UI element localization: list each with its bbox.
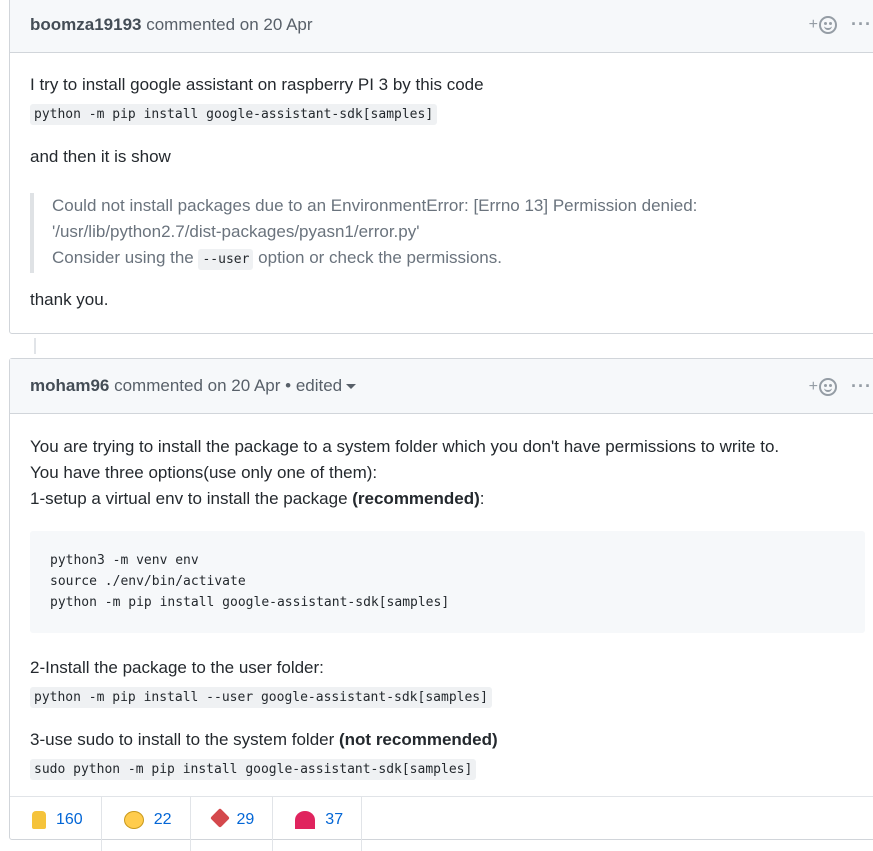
inline-code: --user bbox=[198, 249, 254, 270]
comment-moham96: moham96 commented on 20 Apr • edited + ·… bbox=[9, 358, 873, 851]
inline-code: python -m pip install google-assistant-s… bbox=[30, 104, 438, 125]
plus-icon: + bbox=[808, 15, 819, 33]
comment-actions: + ··· bbox=[809, 376, 872, 397]
reactions-bar: 160 22 29 37 bbox=[10, 796, 873, 851]
quote-line: Consider using the --user option or chec… bbox=[52, 245, 872, 273]
laugh-icon bbox=[123, 811, 144, 829]
reaction-laugh[interactable]: 22 bbox=[102, 797, 191, 851]
more-options-icon[interactable]: ··· bbox=[851, 14, 872, 35]
comment-text: I try to install google assistant on ras… bbox=[30, 75, 484, 94]
quote-text: Consider using the bbox=[52, 248, 199, 267]
comment-header-text: boomza19193 commented on 20 Apr bbox=[30, 15, 313, 35]
heart-icon bbox=[295, 811, 316, 829]
code-line: python -m pip install google-assistant-s… bbox=[50, 595, 450, 610]
plus-icon: + bbox=[808, 377, 819, 395]
comment-text: 3-use sudo to install to the system fold… bbox=[30, 730, 498, 750]
bold-text: (recommended) bbox=[352, 489, 480, 508]
comment-boomza19193: boomza19193 commented on 20 Apr + ··· I … bbox=[9, 0, 873, 334]
comment-meta[interactable]: commented on 20 Apr • edited bbox=[109, 376, 342, 395]
comment-header: boomza19193 commented on 20 Apr + ··· bbox=[10, 0, 873, 53]
chevron-down-icon[interactable] bbox=[346, 384, 357, 390]
hooray-icon bbox=[209, 808, 230, 828]
comment-header-text: moham96 commented on 20 Apr • edited bbox=[30, 376, 357, 396]
comment-text: You are trying to install the package to… bbox=[30, 437, 780, 456]
smiley-icon bbox=[819, 15, 838, 34]
comment-author[interactable]: moham96 bbox=[30, 376, 109, 395]
text: 1-setup a virtual env to install the pac… bbox=[30, 489, 353, 508]
quote-line: '/usr/lib/python2.7/dist-packages/pyasn1… bbox=[52, 222, 420, 241]
comment-text: 1-setup a virtual env to install the pac… bbox=[30, 489, 485, 509]
reaction-count: 29 bbox=[236, 811, 255, 828]
comment-text: and then it is show bbox=[30, 147, 171, 166]
thumbs-up-icon bbox=[32, 811, 46, 829]
more-options-icon[interactable]: ··· bbox=[851, 376, 872, 397]
comment-actions: + ··· bbox=[809, 14, 872, 35]
reaction-hooray[interactable]: 29 bbox=[191, 797, 274, 851]
comment-meta[interactable]: commented on 20 Apr bbox=[142, 15, 312, 34]
code-snippet: python -m pip install --user google-assi… bbox=[30, 686, 492, 708]
comment-text: You have three options(use only one of t… bbox=[30, 463, 378, 482]
inline-code: python -m pip install --user google-assi… bbox=[30, 687, 492, 708]
reaction-count: 22 bbox=[153, 811, 172, 828]
blockquote: Could not install packages due to an Env… bbox=[30, 193, 872, 273]
timeline-connector bbox=[34, 338, 36, 354]
quote-text: option or check the permissions. bbox=[253, 248, 502, 267]
inline-code: sudo python -m pip install google-assist… bbox=[30, 759, 477, 780]
code-snippet: python -m pip install google-assistant-s… bbox=[30, 103, 438, 125]
text: 3-use sudo to install to the system fold… bbox=[30, 730, 339, 749]
reaction-heart[interactable]: 37 bbox=[273, 797, 363, 851]
reaction-count: 160 bbox=[56, 811, 83, 828]
code-line: python3 -m venv env bbox=[50, 553, 199, 568]
add-reaction-button[interactable]: + bbox=[808, 377, 838, 396]
code-block: python3 -m venv env source ./env/bin/act… bbox=[30, 531, 865, 633]
reaction-thumbs-up[interactable]: 160 bbox=[10, 797, 102, 851]
code-line: source ./env/bin/activate bbox=[50, 574, 246, 589]
quote-line: Could not install packages due to an Env… bbox=[52, 196, 698, 215]
comment-text: 2-Install the package to the user folder… bbox=[30, 658, 324, 677]
comment-header: moham96 commented on 20 Apr • edited + ·… bbox=[10, 359, 873, 414]
text: : bbox=[479, 489, 485, 508]
add-reaction-button[interactable]: + bbox=[808, 15, 838, 34]
comment-author[interactable]: boomza19193 bbox=[30, 15, 142, 34]
code-snippet: sudo python -m pip install google-assist… bbox=[30, 758, 477, 780]
reaction-count: 37 bbox=[325, 811, 344, 828]
smiley-icon bbox=[819, 377, 838, 396]
comment-text: thank you. bbox=[30, 290, 109, 309]
bold-text: (not recommended) bbox=[339, 730, 498, 749]
